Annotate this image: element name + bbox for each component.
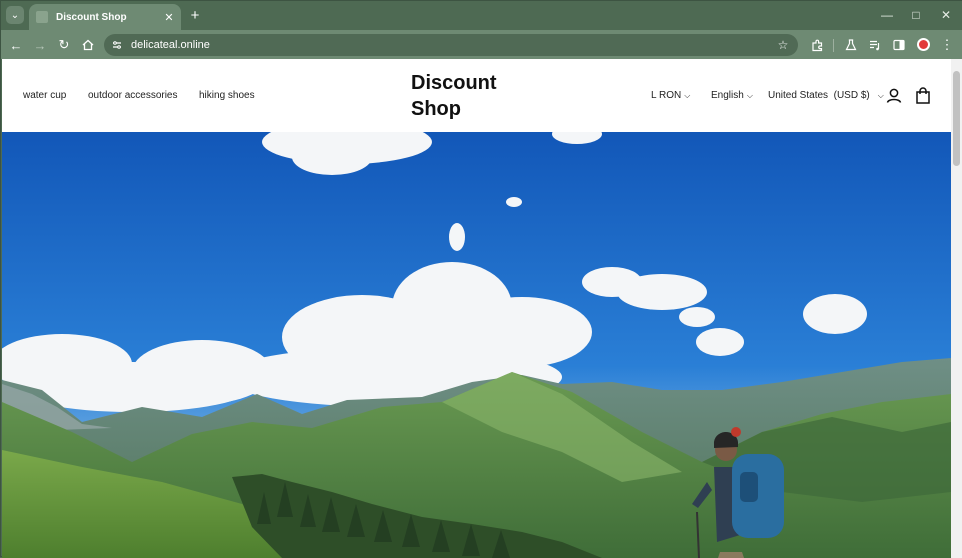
toolbar-separator <box>833 39 834 52</box>
labs-button[interactable] <box>841 35 861 55</box>
minimize-button[interactable]: — <box>872 5 902 25</box>
currency-label: L RON <box>651 90 682 101</box>
browser-window: ⌄ Discount Shop ✕ + — □ ✕ ← → ↻ delicate… <box>0 0 962 558</box>
bookmark-star-icon[interactable]: ☆ <box>774 36 792 54</box>
flask-icon <box>845 39 857 51</box>
user-icon <box>886 88 902 103</box>
shopping-bag-icon <box>916 87 930 104</box>
back-button[interactable]: ← <box>6 35 26 55</box>
tab-discount-shop[interactable]: Discount Shop ✕ <box>29 4 181 30</box>
hero-banner <box>2 132 951 558</box>
nav-link-outdoor-accessories[interactable]: outdoor accessories <box>88 90 178 101</box>
tab-title: Discount Shop <box>56 11 127 23</box>
close-icon[interactable]: ✕ <box>161 9 177 25</box>
puzzle-icon <box>811 39 822 51</box>
playlist-icon <box>870 40 880 51</box>
site-logo[interactable]: Discount Shop <box>411 70 521 122</box>
side-panel-button[interactable] <box>889 35 909 55</box>
maximize-button[interactable]: □ <box>901 5 931 25</box>
hero-image <box>2 132 951 558</box>
more-vert-icon: ⋮ <box>940 37 954 52</box>
cart-button[interactable] <box>913 86 933 106</box>
web-page: water cup outdoor accessories hiking sho… <box>2 59 951 558</box>
extensions-button[interactable] <box>807 35 827 55</box>
account-button[interactable] <box>884 86 904 106</box>
new-tab-button[interactable]: + <box>186 6 204 24</box>
browser-toolbar: ← → ↻ delicateal.online ☆ ⋮ <box>1 30 962 59</box>
site-header: water cup outdoor accessories hiking sho… <box>2 59 951 132</box>
minimize-icon: — <box>881 8 893 22</box>
url-text[interactable]: delicateal.online <box>131 39 774 51</box>
close-window-button[interactable]: ✕ <box>931 5 961 25</box>
reload-button[interactable]: ↻ <box>54 35 74 55</box>
country-label: United States <box>768 90 829 101</box>
tab-strip: ⌄ Discount Shop ✕ + — □ ✕ <box>1 1 962 30</box>
language-selector[interactable]: English ⌵ <box>711 90 753 101</box>
country-selector[interactable]: United States (USD $) ⌵ <box>768 90 884 101</box>
reload-icon: ↻ <box>58 37 70 52</box>
media-button[interactable] <box>865 35 885 55</box>
chevron-down-icon: ⌵ <box>746 91 753 100</box>
nav-link-hiking-shoes[interactable]: hiking shoes <box>199 90 255 101</box>
address-bar[interactable]: delicateal.online ☆ <box>104 34 798 56</box>
currency-selector[interactable]: L RON ⌵ <box>651 90 690 101</box>
side-panel-icon <box>893 39 905 51</box>
maximize-icon: □ <box>912 8 920 22</box>
home-button[interactable] <box>78 35 98 55</box>
menu-button[interactable]: ⋮ <box>937 35 957 55</box>
profile-avatar[interactable] <box>917 38 930 51</box>
tab-search-button[interactable]: ⌄ <box>6 6 24 24</box>
page-scrollbar[interactable] <box>951 59 962 558</box>
chevron-down-icon: ⌵ <box>684 91 691 100</box>
site-info-icon[interactable] <box>109 37 125 53</box>
close-icon: ✕ <box>940 8 952 22</box>
arrow-left-icon: ← <box>9 37 23 53</box>
arrow-right-icon: → <box>33 37 47 53</box>
plus-icon: + <box>190 6 200 24</box>
chevron-down-icon: ⌄ <box>10 9 20 21</box>
forward-button[interactable]: → <box>30 35 50 55</box>
scrollbar-thumb[interactable] <box>953 71 960 166</box>
nav-link-water-cup[interactable]: water cup <box>23 90 66 101</box>
country-currency-label: (USD $) <box>833 90 870 101</box>
favicon-icon <box>36 11 48 23</box>
language-label: English <box>711 90 744 101</box>
chevron-down-icon: ⌵ <box>877 91 884 100</box>
home-icon <box>82 39 94 51</box>
